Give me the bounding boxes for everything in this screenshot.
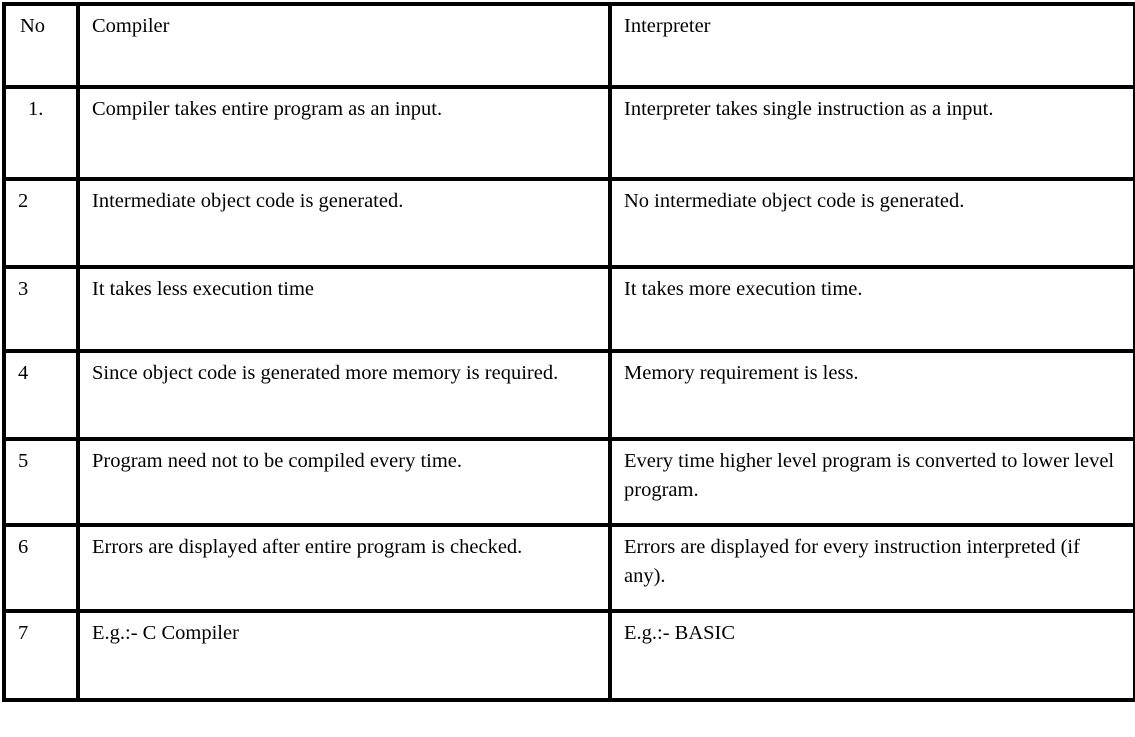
row-number-cell: 5 — [2, 437, 80, 527]
interpreter-cell: Memory requirement is less. — [608, 349, 1135, 441]
interpreter-cell: Every time higher level program is conve… — [608, 437, 1135, 527]
table-row: 7 E.g.:- C Compiler E.g.:- BASIC — [2, 609, 1135, 702]
compiler-cell: Errors are displayed after entire progra… — [76, 523, 612, 613]
interpreter-cell: No intermediate object code is generated… — [608, 177, 1135, 269]
interpreter-cell: Errors are displayed for every instructi… — [608, 523, 1135, 613]
compiler-cell: E.g.:- C Compiler — [76, 609, 612, 702]
row-number-cell: 2 — [2, 177, 80, 269]
row-number-cell: 1. — [2, 85, 80, 181]
table-header-row: No Compiler Interpreter — [2, 2, 1135, 89]
compiler-cell: Program need not to be compiled every ti… — [76, 437, 612, 527]
compiler-cell: Intermediate object code is generated. — [76, 177, 612, 269]
document-page: No Compiler Interpreter 1. Compiler take… — [0, 2, 1135, 737]
interpreter-cell: Interpreter takes single instruction as … — [608, 85, 1135, 181]
row-number-cell: 6 — [2, 523, 80, 613]
row-number-cell: 4 — [2, 349, 80, 441]
column-header-no: No — [2, 2, 80, 89]
table-row: 6 Errors are displayed after entire prog… — [2, 523, 1135, 613]
column-header-compiler: Compiler — [76, 2, 612, 89]
interpreter-cell: E.g.:- BASIC — [608, 609, 1135, 702]
row-number-cell: 7 — [2, 609, 80, 702]
table-row: 1. Compiler takes entire program as an i… — [2, 85, 1135, 181]
table-row: 4 Since object code is generated more me… — [2, 349, 1135, 441]
table-row: 3 It takes less execution time It takes … — [2, 265, 1135, 353]
column-header-interpreter: Interpreter — [608, 2, 1135, 89]
compiler-cell: Compiler takes entire program as an inpu… — [76, 85, 612, 181]
compiler-cell: It takes less execution time — [76, 265, 612, 353]
row-number-cell: 3 — [2, 265, 80, 353]
compiler-cell: Since object code is generated more memo… — [76, 349, 612, 441]
compiler-interpreter-comparison-table: No Compiler Interpreter 1. Compiler take… — [2, 2, 1135, 702]
interpreter-cell: It takes more execution time. — [608, 265, 1135, 353]
table-row: 5 Program need not to be compiled every … — [2, 437, 1135, 527]
table-body: 1. Compiler takes entire program as an i… — [2, 85, 1135, 702]
table-row: 2 Intermediate object code is generated.… — [2, 177, 1135, 269]
table-header: No Compiler Interpreter — [2, 2, 1135, 89]
